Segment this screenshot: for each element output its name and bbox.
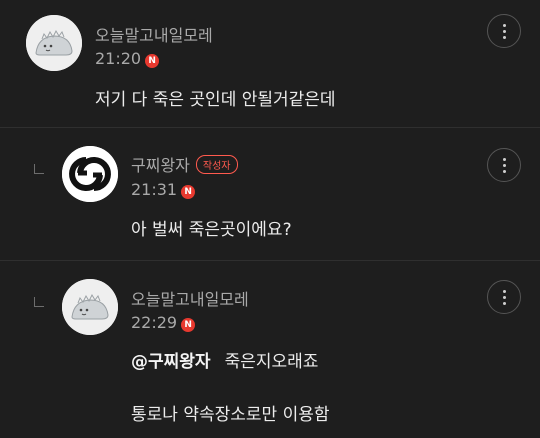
comment-time: 21:20 N <box>95 49 160 68</box>
comment-author[interactable]: 오늘말고내일모레 <box>95 22 213 46</box>
comment-time: 21:31 N <box>131 180 196 199</box>
more-options-button[interactable] <box>487 14 521 48</box>
mention-link[interactable]: @구찌왕자 <box>131 352 211 372</box>
hedgehog-icon <box>62 279 118 335</box>
dot-icon <box>502 35 506 39</box>
avatar[interactable] <box>26 15 82 71</box>
dot-icon <box>502 301 506 305</box>
time-text: 22:29 <box>131 313 178 332</box>
dot-icon <box>502 169 506 173</box>
more-options-button[interactable] <box>487 280 521 314</box>
dot-icon <box>502 29 506 33</box>
author-badge: 작성자 <box>195 155 238 174</box>
comment-3: 오늘말고내일모레 22:29 N @구찌왕자 죽은지오래죠 통로나 약속장소로만 이… <box>0 261 540 438</box>
gucci-logo-icon <box>62 146 118 202</box>
dot-icon <box>502 163 506 167</box>
comment-1: 오늘말고내일모레 21:20 N 저기 다 죽은 곳인데 안될거같은데 <box>0 0 540 127</box>
comment-time: 22:29 N <box>131 313 196 332</box>
comment-author[interactable]: 오늘말고내일모레 <box>131 286 249 310</box>
dot-icon <box>502 289 506 293</box>
new-badge: N <box>181 318 196 332</box>
more-options-button[interactable] <box>487 148 521 182</box>
new-badge: N <box>145 54 160 68</box>
comment-text: @구찌왕자 죽은지오래죠 <box>131 347 318 372</box>
reply-arrow-icon <box>34 164 44 174</box>
new-badge: N <box>181 185 196 199</box>
comment-text-line1: 죽은지오래죠 <box>224 352 319 372</box>
time-text: 21:31 <box>131 180 178 199</box>
dot-icon <box>502 295 506 299</box>
comment-text: 저기 다 죽은 곳인데 안될거같은데 <box>95 90 336 110</box>
author-name[interactable]: 구찌왕자 <box>131 156 190 175</box>
comment-2: 구찌왕자 작성자 21:31 N 아 벌써 죽은곳이에요? <box>0 128 540 260</box>
dot-icon <box>502 23 506 27</box>
hedgehog-icon <box>26 15 82 71</box>
time-text: 21:20 <box>95 49 142 68</box>
avatar[interactable] <box>62 146 118 202</box>
dot-icon <box>502 157 506 161</box>
reply-arrow-icon <box>34 297 44 307</box>
comment-text-line2: 통로나 약속장소로만 이용함 <box>131 405 330 425</box>
comment-author: 구찌왕자 작성자 <box>131 152 238 176</box>
avatar[interactable] <box>62 279 118 335</box>
comment-text: 아 벌써 죽은곳이에요? <box>131 220 292 240</box>
